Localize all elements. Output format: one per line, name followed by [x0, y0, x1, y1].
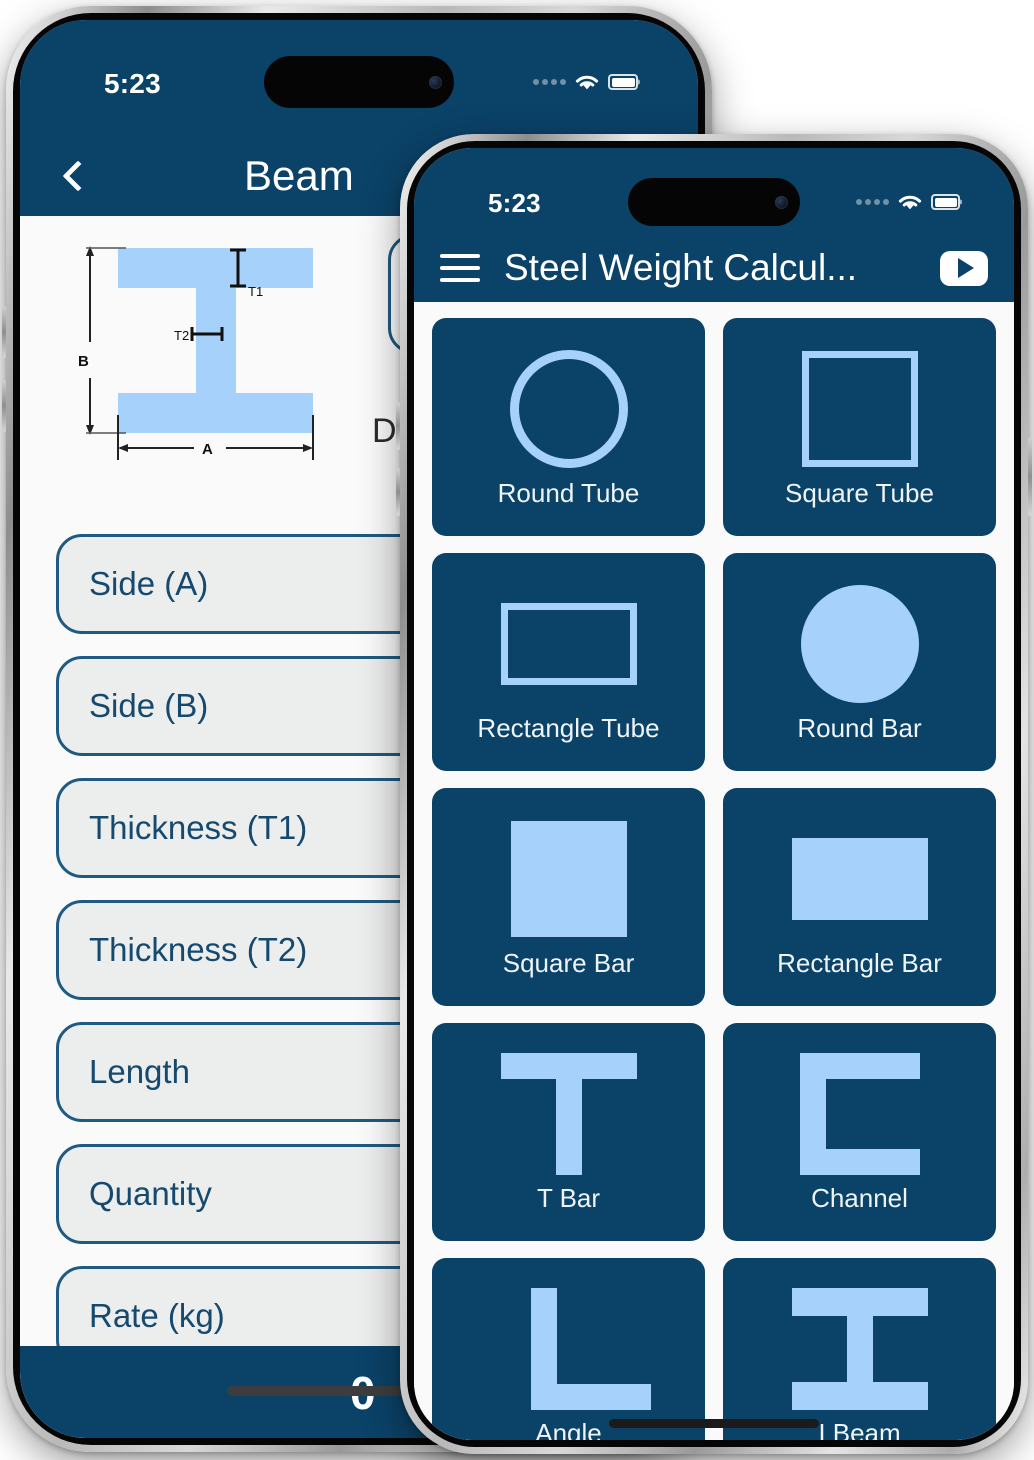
volume-down-button[interactable] [2, 380, 6, 432]
tile-t-bar[interactable]: T Bar [432, 1023, 705, 1241]
power-button[interactable] [1028, 438, 1032, 516]
tile-label: I Beam [818, 1418, 901, 1440]
front-camera-icon [775, 195, 788, 209]
tile-label: Angle [535, 1418, 602, 1440]
square-filled-icon [432, 812, 705, 946]
svg-text:B: B [78, 353, 89, 370]
rectangle-filled-icon [723, 812, 996, 946]
battery-icon [608, 74, 638, 90]
front-phone-mockup: 5:23 Steel Weight Calcul... Round Tube S… [396, 134, 1032, 1454]
back-button[interactable] [46, 160, 110, 192]
volume-up-button[interactable] [2, 306, 6, 358]
tile-square-bar[interactable]: Square Bar [432, 788, 705, 1006]
app-title: Steel Weight Calcul... [504, 247, 858, 288]
svg-text:A: A [202, 441, 213, 458]
dynamic-island [628, 178, 800, 226]
volume-down-button[interactable] [396, 468, 400, 516]
signal-dots-icon [856, 199, 889, 205]
home-indicator[interactable] [609, 1419, 819, 1428]
status-time: 5:23 [488, 188, 541, 218]
l-angle-icon [432, 1282, 705, 1416]
field-label: Thickness (T2) [89, 931, 308, 968]
field-label: Quantity [89, 1175, 212, 1212]
dynamic-island [264, 56, 454, 108]
tile-i-beam[interactable]: I Beam [723, 1258, 996, 1440]
tile-rectangle-tube[interactable]: Rectangle Tube [432, 553, 705, 771]
page-title: Beam [244, 152, 354, 199]
t-shape-icon [432, 1047, 705, 1181]
mockup-stage: 5:23 Beam B T1 T2 A Side (A) Side (B) Th… [0, 0, 1034, 1460]
tile-round-bar[interactable]: Round Bar [723, 553, 996, 771]
tile-square-tube[interactable]: Square Tube [723, 318, 996, 536]
circle-filled-icon [723, 577, 996, 711]
field-label: Length [89, 1053, 190, 1090]
tile-channel[interactable]: Channel [723, 1023, 996, 1241]
tile-label: Rectangle Bar [777, 948, 942, 978]
youtube-play-icon[interactable] [940, 250, 988, 286]
rectangle-outline-icon [432, 577, 705, 711]
tile-label: Round Bar [797, 713, 922, 743]
tile-rectangle-bar[interactable]: Rectangle Bar [723, 788, 996, 1006]
status-time: 5:23 [104, 68, 161, 99]
field-label: Rate (kg) [89, 1297, 225, 1334]
signal-dots-icon [533, 79, 566, 85]
square-outline-icon [723, 342, 996, 476]
tile-label: Rectangle Tube [477, 713, 660, 743]
front-phone-screen: 5:23 Steel Weight Calcul... Round Tube S… [414, 148, 1014, 1440]
circle-outline-icon [432, 342, 705, 476]
field-label: Side (B) [89, 687, 209, 724]
tile-label: T Bar [536, 1183, 601, 1213]
play-triangle-icon [958, 258, 974, 278]
i-beam-cross-section-diagram: B T1 T2 A [78, 246, 314, 460]
front-camera-icon [429, 75, 442, 89]
field-label: Side (A) [89, 565, 209, 602]
status-indicators [533, 72, 638, 92]
volume-up-button[interactable] [396, 402, 400, 450]
tile-label: Round Tube [497, 478, 640, 508]
chevron-left-icon [62, 160, 94, 192]
field-label: Thickness (T1) [89, 809, 308, 846]
wifi-icon [898, 195, 922, 210]
shape-grid: Round Tube Square Tube Rectangle Tube Ro… [432, 318, 996, 1440]
battery-icon [931, 194, 960, 210]
shape-grid-scroll[interactable]: Round Tube Square Tube Rectangle Tube Ro… [414, 302, 1014, 1440]
front-nav-row: Steel Weight Calcul... [414, 234, 1014, 302]
tile-round-tube[interactable]: Round Tube [432, 318, 705, 536]
hamburger-menu-icon[interactable] [440, 254, 480, 282]
wifi-icon [575, 75, 599, 90]
svg-text:T1: T1 [248, 284, 263, 299]
tile-angle[interactable]: Angle [432, 1258, 705, 1440]
tile-label: Square Bar [502, 948, 635, 978]
tile-label: Channel [811, 1183, 908, 1213]
i-beam-icon [723, 1282, 996, 1416]
status-indicators [856, 192, 960, 212]
svg-text:T2: T2 [174, 328, 189, 343]
c-channel-icon [723, 1047, 996, 1181]
tile-label: Square Tube [785, 478, 934, 508]
